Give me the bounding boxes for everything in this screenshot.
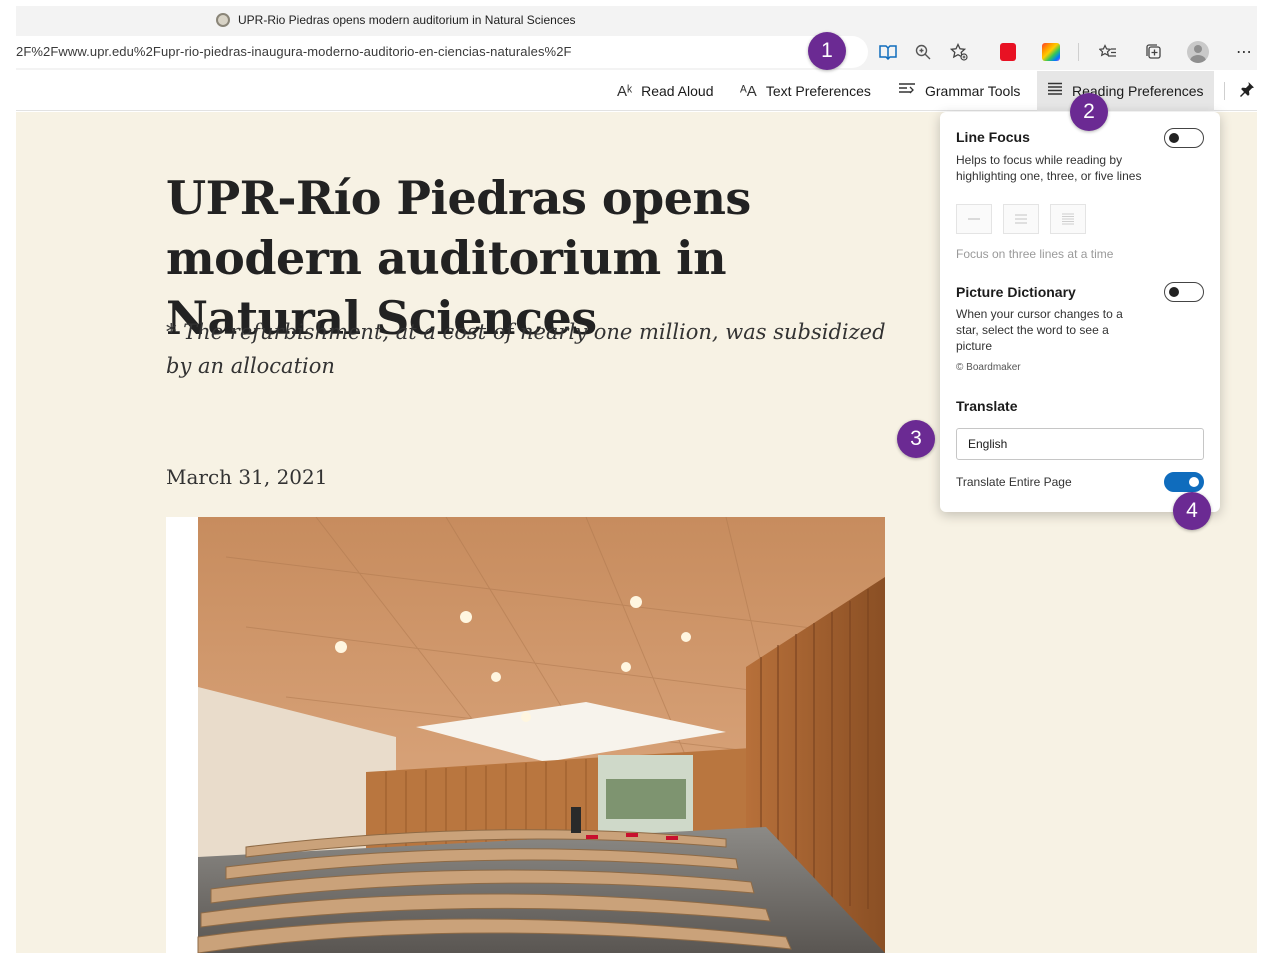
reading-preferences-icon <box>1047 82 1063 100</box>
translate-heading: Translate <box>956 398 1018 414</box>
translate-entire-page-toggle[interactable] <box>1164 472 1204 492</box>
article-subtitle: * The refurbishment, at a cost of nearly… <box>166 320 886 378</box>
reading-preferences-button[interactable]: Reading Preferences <box>1037 71 1214 111</box>
zoom-icon[interactable] <box>911 40 935 64</box>
address-row: 2F%2Fwww.upr.edu%2Fupr-rio-piedras-inaug… <box>16 34 1257 70</box>
line-focus-one-button[interactable] <box>956 204 992 234</box>
picture-dictionary-toggle[interactable] <box>1164 282 1204 302</box>
picture-dictionary-heading: Picture Dictionary <box>956 284 1076 300</box>
grammar-tools-icon <box>898 82 916 100</box>
line-focus-description: Helps to focus while reading by highligh… <box>956 153 1142 183</box>
address-bar[interactable]: 2F%2Fwww.upr.edu%2Fupr-rio-piedras-inaug… <box>16 36 868 68</box>
text-size-icon: ᴬA <box>740 82 757 100</box>
line-focus-three-button[interactable] <box>1003 204 1039 234</box>
profile-avatar[interactable] <box>1186 40 1210 64</box>
translate-language-select[interactable]: English <box>956 428 1204 460</box>
add-favorite-icon[interactable] <box>947 40 971 64</box>
toolbar-divider <box>1224 82 1225 100</box>
tab-title: UPR-Rio Piedras opens modern auditorium … <box>238 13 576 27</box>
color-extension-icon[interactable] <box>1039 40 1063 64</box>
favorites-icon[interactable] <box>1096 40 1120 64</box>
read-aloud-label: Read Aloud <box>641 83 714 99</box>
badge-3: 3 <box>897 420 935 458</box>
reading-preferences-panel: Line Focus Helps to focus while reading … <box>940 112 1220 512</box>
toolbar-divider <box>1078 43 1079 61</box>
immersive-reader-icon[interactable] <box>876 40 900 64</box>
collections-icon[interactable] <box>1141 40 1165 64</box>
line-focus-toggle[interactable] <box>1164 128 1204 148</box>
badge-2: 2 <box>1070 93 1108 131</box>
text-preferences-button[interactable]: ᴬA Text Preferences <box>740 71 871 111</box>
line-focus-five-button[interactable] <box>1050 204 1086 234</box>
grammar-tools-label: Grammar Tools <box>925 83 1021 99</box>
article-photo <box>166 517 885 953</box>
read-aloud-icon: Aᵏ <box>617 82 633 100</box>
line-focus-hint: Focus on three lines at a time <box>956 247 1114 261</box>
translate-entire-page-label: Translate Entire Page <box>956 475 1072 489</box>
pdf-extension-icon[interactable] <box>996 40 1020 64</box>
read-aloud-button[interactable]: Aᵏ Read Aloud <box>617 71 714 111</box>
pin-icon[interactable] <box>1239 81 1255 102</box>
more-options-icon[interactable]: ⋯ <box>1232 40 1256 64</box>
badge-1: 1 <box>808 32 846 70</box>
line-focus-heading: Line Focus <box>956 129 1030 145</box>
boardmaker-credit: © Boardmaker <box>956 362 1021 373</box>
site-favicon-icon <box>216 13 230 27</box>
browser-tab[interactable]: UPR-Rio Piedras opens modern auditorium … <box>216 6 576 34</box>
badge-4: 4 <box>1173 492 1211 530</box>
grammar-tools-button[interactable]: Grammar Tools <box>898 71 1020 111</box>
text-preferences-label: Text Preferences <box>765 83 871 99</box>
url-text: 2F%2Fwww.upr.edu%2Fupr-rio-piedras-inaug… <box>16 44 572 59</box>
picture-dictionary-description: When your cursor changes to a star, sele… <box>956 307 1123 353</box>
article-date: March 31, 2021 <box>166 465 328 489</box>
tab-strip: UPR-Rio Piedras opens modern auditorium … <box>16 6 1257 34</box>
